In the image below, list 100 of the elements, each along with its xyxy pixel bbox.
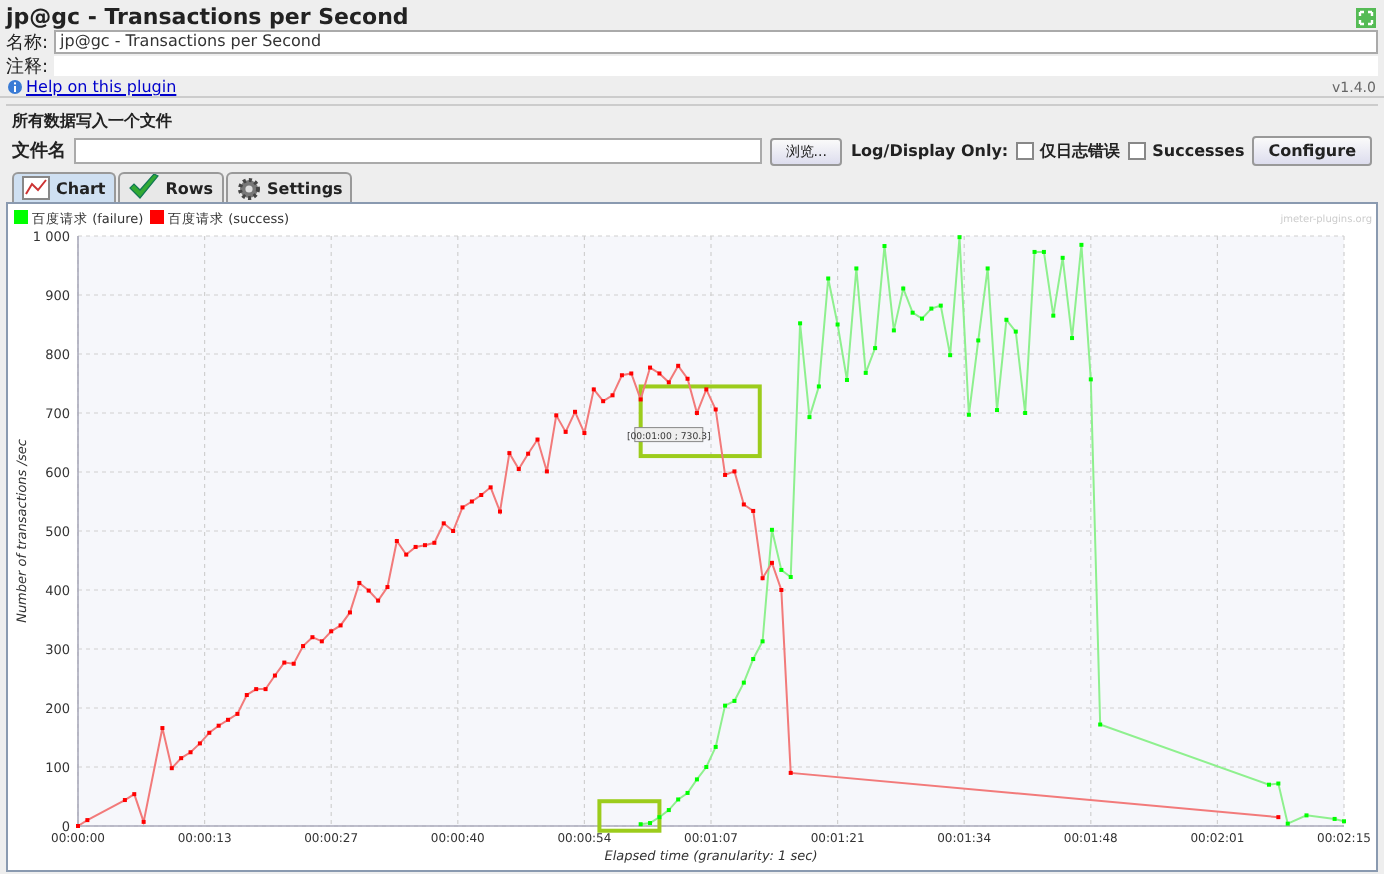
data-point: [929, 306, 934, 311]
data-point: [685, 376, 690, 381]
data-point: [732, 698, 737, 703]
tab[interactable]: Settings: [225, 172, 353, 202]
data-point: [873, 346, 878, 351]
data-point: [282, 660, 287, 665]
gear-icon: [235, 175, 262, 201]
data-point: [563, 429, 568, 434]
data-point: [657, 371, 662, 376]
file-name-field[interactable]: [74, 138, 762, 164]
data-point: [441, 521, 446, 526]
data-point: [769, 560, 774, 565]
expand-icon[interactable]: [1356, 7, 1376, 27]
data-point: [1098, 722, 1103, 727]
data-point: [357, 580, 362, 585]
data-point: [1088, 377, 1093, 382]
data-point: [216, 723, 221, 728]
data-point: [638, 822, 643, 827]
data-point: [629, 371, 634, 376]
data-point: [751, 657, 756, 662]
highlight-frame: [597, 799, 662, 833]
data-point: [554, 413, 559, 418]
data-point: [263, 687, 268, 692]
tab[interactable]: Chart: [12, 172, 116, 202]
data-point: [751, 508, 756, 513]
data-point: [723, 472, 728, 477]
data-point: [1032, 249, 1037, 254]
data-point: [648, 365, 653, 370]
data-point: [1332, 816, 1337, 821]
data-point: [301, 644, 306, 649]
data-point: [1276, 815, 1281, 820]
data-point: [85, 818, 90, 823]
data-point: [769, 527, 774, 532]
comment-label: 注释:: [6, 55, 49, 79]
configure-button[interactable]: Configure: [1252, 136, 1372, 166]
data-point: [854, 266, 859, 271]
data-point: [582, 431, 587, 436]
data-point: [816, 384, 821, 389]
data-point: [666, 380, 671, 385]
name-label: 名称:: [6, 31, 49, 55]
log-display-label: Log/Display Only:: [850, 142, 1009, 160]
data-point: [601, 399, 606, 404]
data-point: [891, 328, 896, 333]
data-point: [676, 363, 681, 368]
tab[interactable]: Rows: [117, 172, 224, 202]
data-point: [1013, 329, 1018, 334]
data-point: [1070, 336, 1075, 341]
data-point: [1041, 249, 1046, 254]
data-point: [160, 726, 165, 731]
checkbox[interactable]: [1016, 142, 1035, 160]
data-point: [779, 567, 784, 572]
data-point: [376, 598, 381, 603]
data-point: [432, 540, 437, 545]
data-point: [1004, 317, 1009, 322]
comment-field[interactable]: [54, 56, 1378, 76]
data-point: [760, 576, 765, 581]
data-point: [535, 437, 540, 442]
data-point: [666, 808, 671, 813]
data-point: [741, 680, 746, 685]
tab-label: Chart: [56, 179, 106, 197]
data-point: [826, 276, 831, 281]
data-point: [188, 750, 193, 755]
help-link[interactable]: Help on this plugin: [26, 78, 177, 96]
data-point: [863, 370, 868, 375]
data-point: [310, 635, 315, 640]
data-point: [938, 303, 943, 308]
data-point: [469, 499, 474, 504]
checkbox-option[interactable]: 仅日志错误: [1016, 140, 1121, 162]
data-point: [404, 552, 409, 557]
data-point: [132, 792, 137, 797]
data-point: [1285, 821, 1290, 826]
tab-label: Rows: [165, 179, 214, 197]
checkbox[interactable]: [1128, 142, 1147, 160]
data-point: [685, 790, 690, 795]
data-point: [329, 629, 334, 634]
data-point: [385, 585, 390, 590]
data-point: [807, 415, 812, 420]
data-point: [179, 756, 184, 761]
data-point: [610, 393, 615, 398]
data-point: [676, 797, 681, 802]
checkbox-option[interactable]: Successes: [1128, 142, 1245, 160]
data-point: [347, 610, 352, 615]
data-point: [207, 730, 212, 735]
data-point: [638, 397, 643, 402]
data-point: [760, 639, 765, 644]
data-point: [226, 717, 231, 722]
data-point: [619, 373, 624, 378]
name-field[interactable]: jp@gc - Transactions per Second: [54, 30, 1378, 54]
data-point: [507, 451, 512, 456]
data-point: [835, 322, 840, 327]
data-point: [544, 469, 549, 474]
data-point: [1079, 242, 1084, 247]
data-point: [319, 639, 324, 644]
data-point: [197, 741, 202, 746]
data-point: [141, 819, 146, 824]
data-point: [648, 821, 653, 826]
data-point: [1051, 313, 1056, 318]
data-point: [788, 770, 793, 775]
data-point: [235, 711, 240, 716]
data-point: [741, 502, 746, 507]
